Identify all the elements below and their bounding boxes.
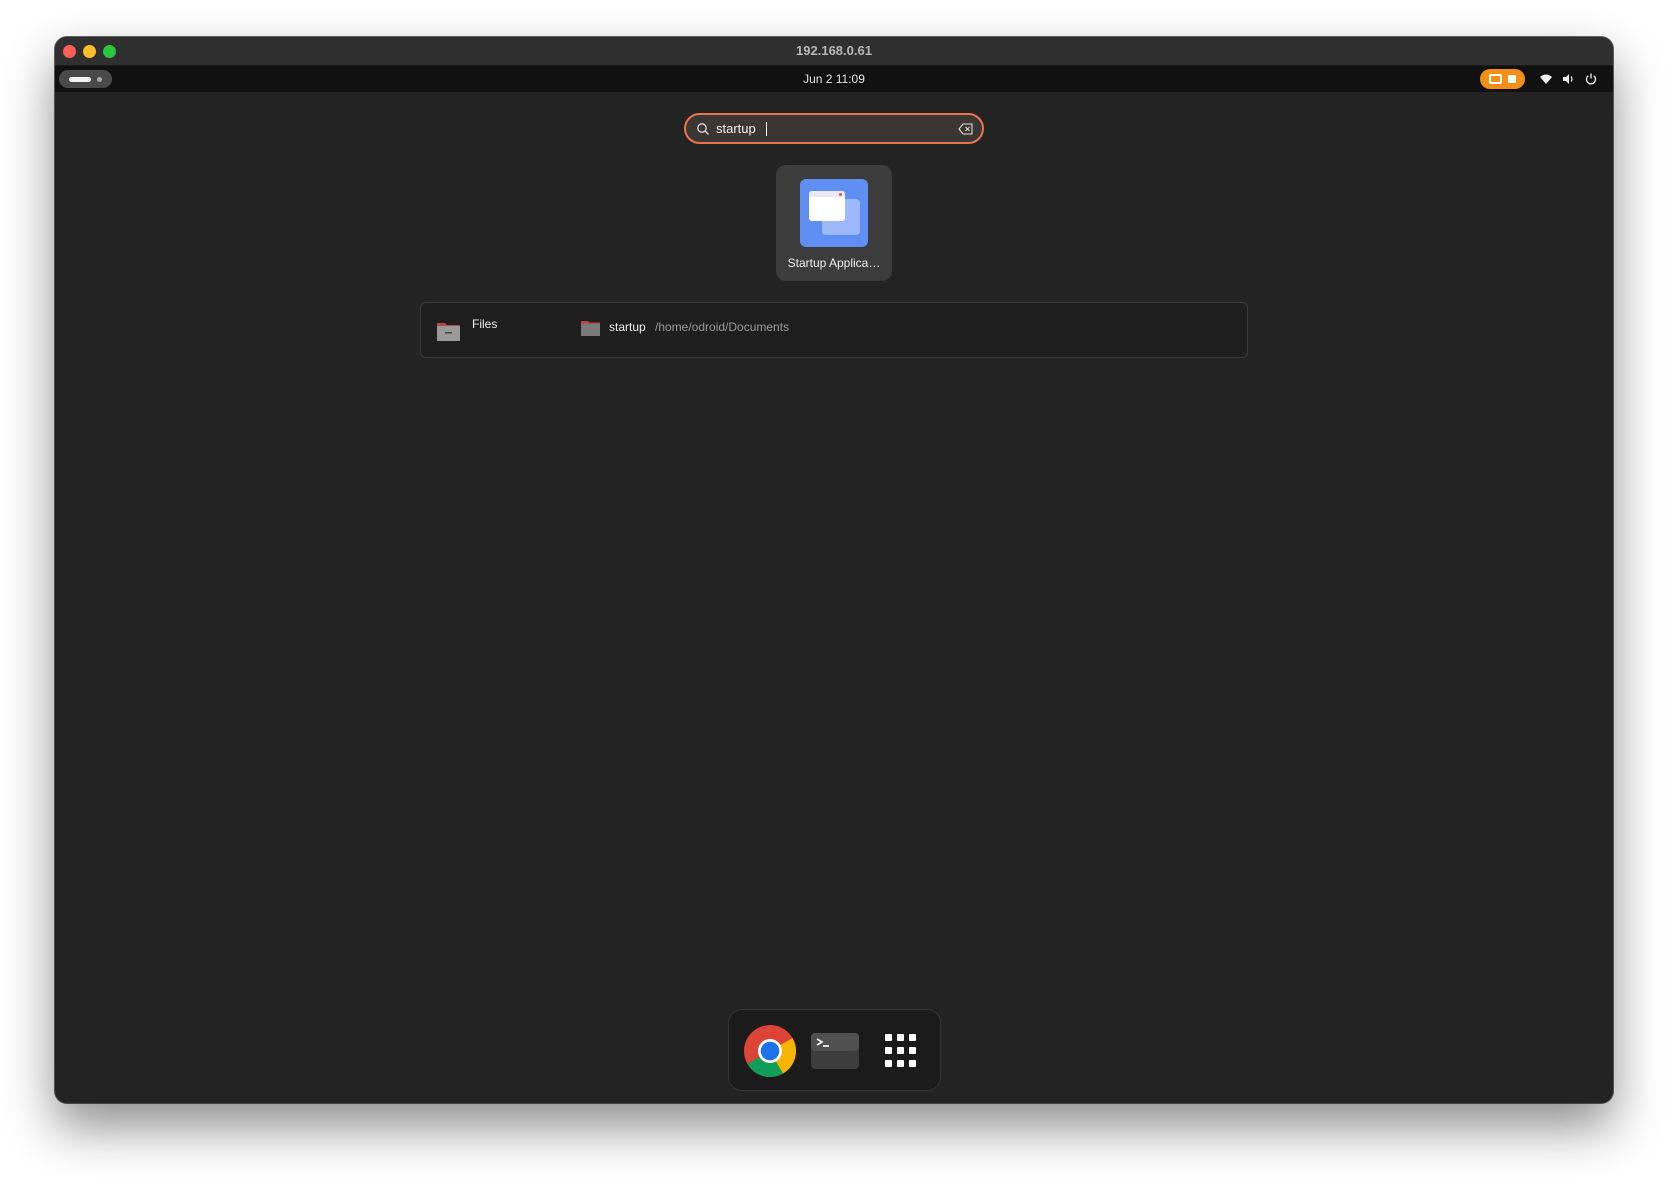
files-app-icon[interactable] xyxy=(436,320,461,342)
app-grid-icon[interactable] xyxy=(873,1024,927,1078)
folder-icon xyxy=(581,321,600,336)
text-caret xyxy=(766,122,767,136)
chrome-icon[interactable] xyxy=(743,1024,797,1078)
file-result-name: startup xyxy=(609,320,646,334)
terminal-icon[interactable] xyxy=(808,1024,862,1078)
search-icon xyxy=(697,123,709,135)
provider-name: Files xyxy=(472,317,498,331)
file-result-item[interactable]: startup /home/odroid/Documents xyxy=(581,316,981,344)
dock xyxy=(728,1009,941,1091)
app-result-startup-applications[interactable]: Startup Applica… xyxy=(776,165,892,281)
window-titlebar: 192.168.0.61 xyxy=(55,37,1613,66)
remote-desktop-window: 192.168.0.61 Jun 2 11:09 startup Startup… xyxy=(55,37,1613,1103)
files-search-results: Files startup /home/odroid/Documents xyxy=(420,302,1248,358)
file-result-path: /home/odroid/Documents xyxy=(655,320,790,334)
gnome-top-bar: Jun 2 11:09 xyxy=(55,66,1613,92)
app-result-label: Startup Applica… xyxy=(787,256,881,270)
clear-search-icon[interactable] xyxy=(958,123,974,135)
search-field[interactable] xyxy=(684,113,984,144)
startup-applications-icon xyxy=(800,179,868,247)
volume-icon[interactable] xyxy=(1561,72,1575,86)
clock[interactable]: Jun 2 11:09 xyxy=(55,72,1613,86)
power-icon[interactable] xyxy=(1584,72,1598,86)
screen-recording-indicator[interactable] xyxy=(1480,69,1525,89)
stop-icon xyxy=(1508,75,1516,83)
wifi-icon[interactable] xyxy=(1539,72,1553,86)
window-title: 192.168.0.61 xyxy=(796,43,872,58)
search-input[interactable] xyxy=(716,118,936,139)
screencast-icon xyxy=(1489,74,1502,84)
